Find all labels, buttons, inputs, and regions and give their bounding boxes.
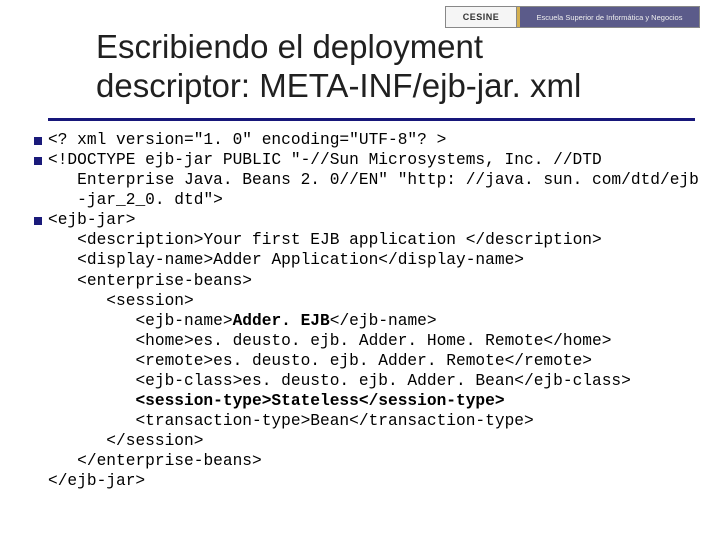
slide-title: Escribiendo el deployment descriptor: ME… (96, 28, 690, 106)
banner-tagline: Escuela Superior de Informática y Negoci… (517, 7, 699, 27)
code-line: <display-name>Adder Application</display… (77, 251, 524, 269)
code-line: <ejb-jar> (48, 211, 135, 229)
code-line: Enterprise Java. Beans 2. 0//EN" "http: … (77, 171, 699, 189)
code-line: <transaction-type>Bean</transaction-type… (135, 412, 533, 430)
code-line: </ejb-jar> (48, 472, 145, 490)
code-bold: <session-type>Stateless</session-type> (135, 392, 504, 410)
code-line: <!DOCTYPE ejb-jar PUBLIC "-//Sun Microsy… (48, 151, 602, 169)
bullet-icon (34, 157, 42, 165)
code-line: <home>es. deusto. ejb. Adder. Home. Remo… (135, 332, 611, 350)
title-underline (48, 118, 695, 121)
title-line-1: Escribiendo el deployment (96, 28, 483, 65)
banner-logo: CESINE (446, 7, 517, 27)
code-line: <remote>es. deusto. ejb. Adder. Remote</… (135, 352, 592, 370)
code-line: -jar_2_0. dtd"> (77, 191, 223, 209)
code-line: <ejb-class>es. deusto. ejb. Adder. Bean<… (135, 372, 630, 390)
bullet-icon (34, 217, 42, 225)
code-block: <? xml version="1. 0" encoding="UTF-8"? … (48, 130, 700, 491)
code-line: <session> (106, 292, 193, 310)
code-line: <? xml version="1. 0" encoding="UTF-8"? … (48, 131, 446, 149)
code-line: </session> (106, 432, 203, 450)
code-line: <enterprise-beans> (77, 272, 252, 290)
code-line: </enterprise-beans> (77, 452, 262, 470)
title-line-2: descriptor: META-INF/ejb-jar. xml (96, 67, 581, 104)
code-line: <ejb-name> (135, 312, 232, 330)
header-banner: CESINE Escuela Superior de Informática y… (445, 6, 700, 28)
code-line: <description>Your first EJB application … (77, 231, 602, 249)
code-line: </ejb-name> (330, 312, 437, 330)
bullet-icon (34, 137, 42, 145)
code-bold: Adder. EJB (233, 312, 330, 330)
